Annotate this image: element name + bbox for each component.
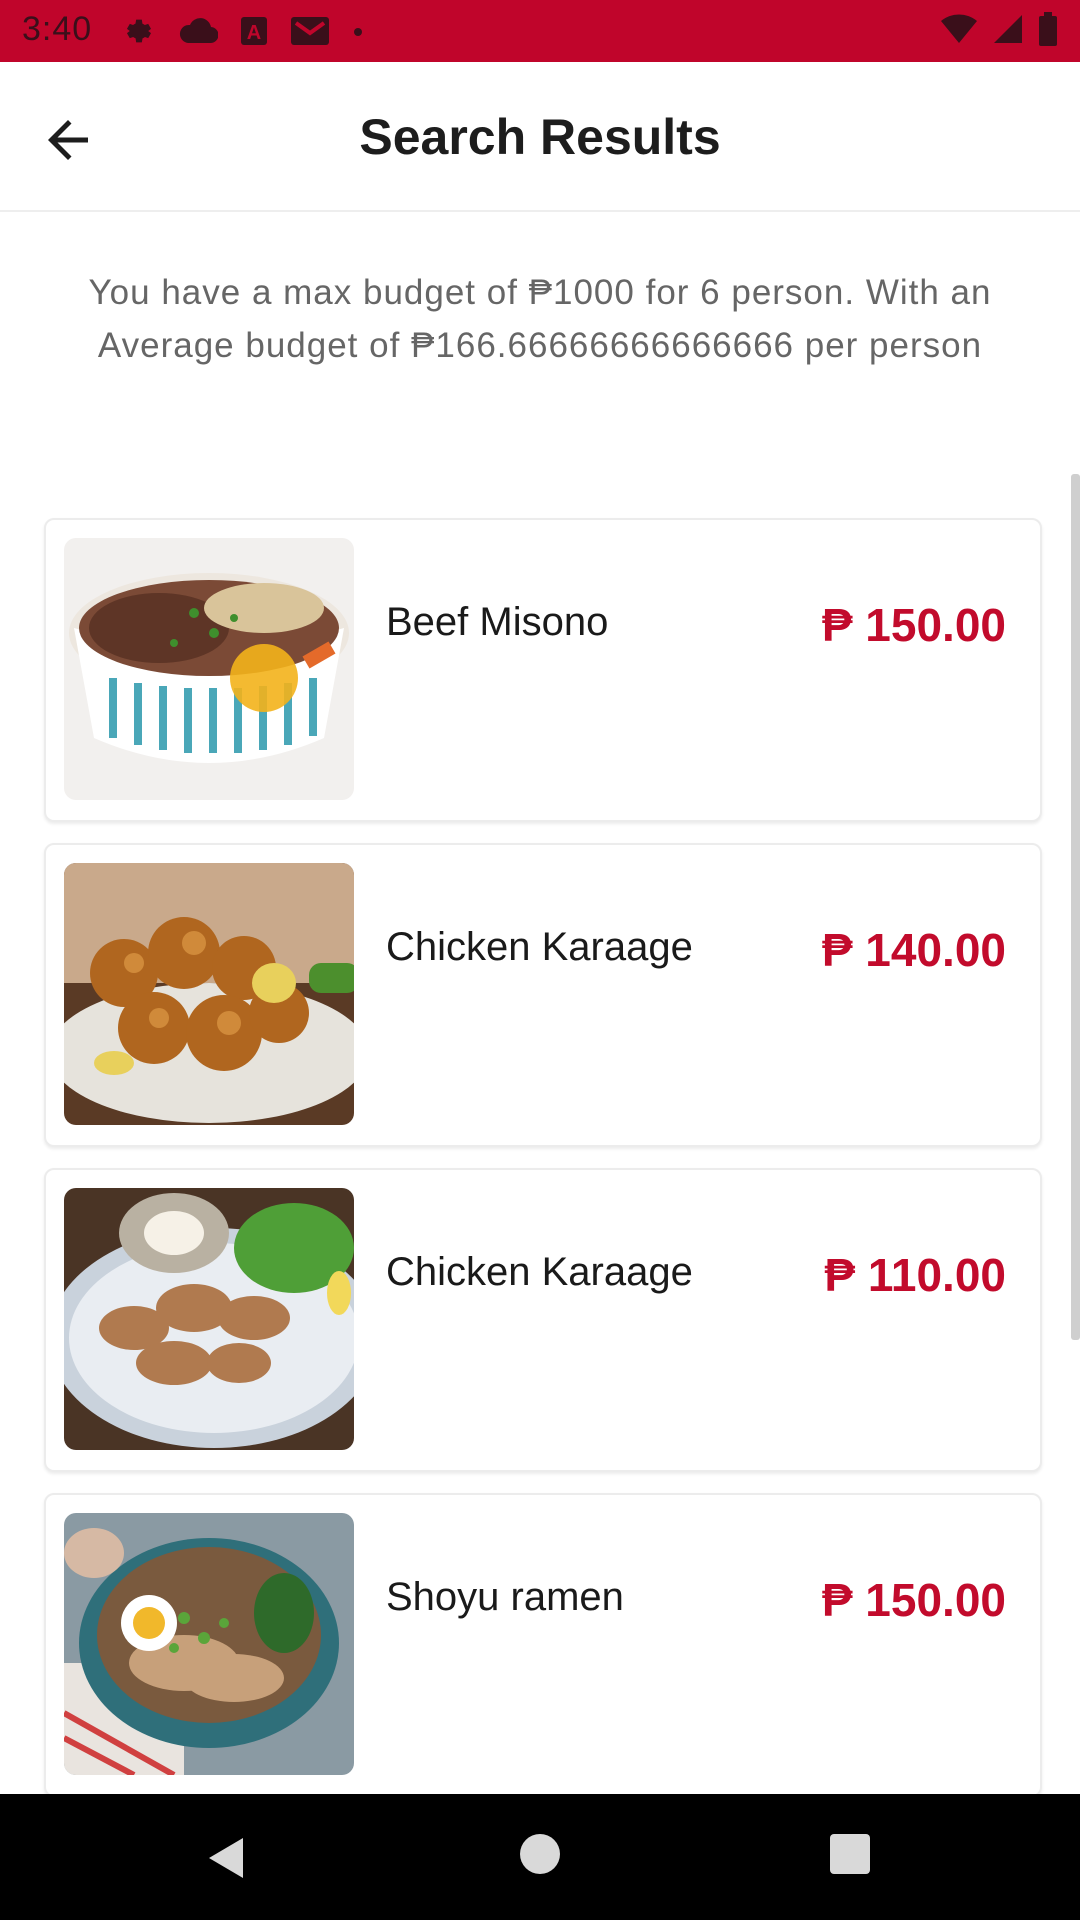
item-price: ₱ 140.00 (821, 924, 1006, 976)
item-price: ₱ 150.00 (821, 599, 1006, 651)
budget-message: You have a max budget of ₱1000 for 6 per… (88, 273, 992, 365)
dot-icon (352, 25, 364, 43)
gmail-icon (290, 15, 330, 52)
item-name: Chicken Karaage (386, 1250, 693, 1294)
status-right-icons (940, 12, 1058, 51)
system-nav-bar (0, 1794, 1080, 1920)
item-price: ₱ 150.00 (821, 1574, 1006, 1626)
status-bar: 3:40 A (0, 0, 1080, 62)
home-circle-icon[interactable] (520, 1834, 560, 1874)
page-title: Search Results (359, 109, 721, 165)
cloud-icon (178, 17, 219, 50)
result-card[interactable]: Shoyu ramen ₱ 150.00 (44, 1493, 1042, 1797)
signal-icon (992, 13, 1024, 50)
battery-icon (1038, 12, 1058, 51)
ramen-bowl-image (64, 1513, 354, 1775)
result-card[interactable]: Chicken Karaage ₱ 110.00 (44, 1168, 1042, 1472)
item-name: Shoyu ramen (386, 1575, 624, 1619)
status-left-icons: A (122, 14, 364, 53)
recents-square-icon[interactable] (830, 1834, 870, 1874)
item-price: ₱ 110.00 (824, 1249, 1006, 1301)
app-bar: Search Results (0, 62, 1080, 212)
result-card[interactable]: Chicken Karaage ₱ 140.00 (44, 843, 1042, 1147)
scrollbar[interactable] (1071, 474, 1080, 1340)
chicken-plate-image (64, 1188, 354, 1450)
fried-chicken-image (64, 863, 354, 1125)
item-name: Chicken Karaage (386, 925, 693, 969)
a-icon: A (240, 16, 268, 51)
back-triangle-icon[interactable] (205, 1836, 245, 1885)
settings-icon (122, 14, 156, 53)
beef-bowl-image (64, 538, 354, 800)
status-time: 3:40 (22, 10, 93, 48)
item-name: Beef Misono (386, 600, 609, 644)
result-card[interactable]: Beef Misono ₱ 150.00 (44, 518, 1042, 822)
svg-text:A: A (247, 22, 261, 44)
wifi-icon (940, 13, 978, 50)
